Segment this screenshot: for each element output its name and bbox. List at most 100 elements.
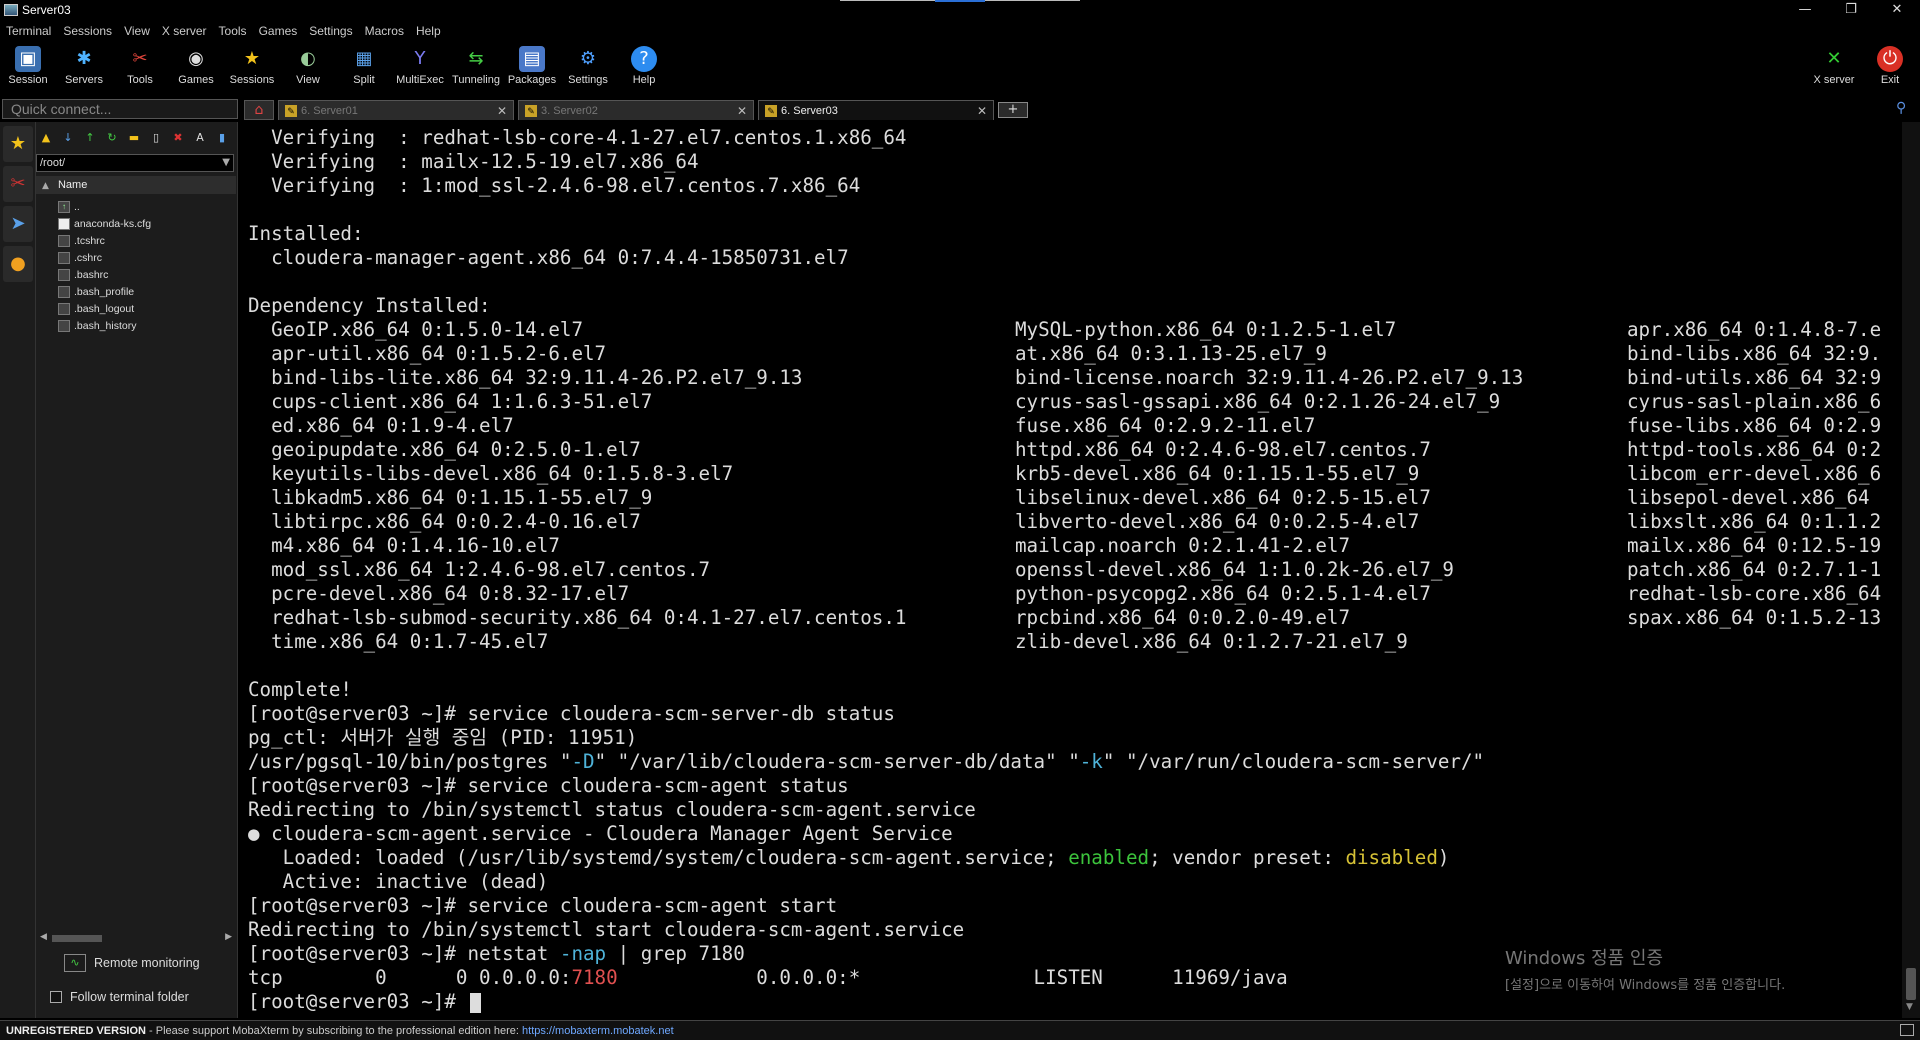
- dep-col1-line: mod_ssl.x86_64 1:2.4.6-98.el7.centos.7: [248, 558, 711, 581]
- sftp-send-icon[interactable]: ➤: [3, 206, 33, 242]
- dep-col1-line: keyutils-libs-devel.x86_64 0:1.5.8-3.el7: [248, 462, 734, 485]
- help-icon: ?: [631, 46, 657, 72]
- path-input[interactable]: /root/ ▼: [36, 154, 234, 172]
- settings-label: Settings: [568, 74, 608, 86]
- menu-sessions[interactable]: Sessions: [57, 22, 118, 40]
- menu-games[interactable]: Games: [253, 22, 304, 40]
- file-row[interactable]: .bashrc: [58, 266, 236, 283]
- tab-server01[interactable]: ✎ 6. Server01 ✕: [278, 100, 514, 120]
- terminal-line: ● cloudera-scm-agent.service - Cloudera …: [248, 822, 953, 845]
- windows-activation-watermark: Windows 정품 인증 [설정]으로 이동하여 Windows를 정품 인증…: [1505, 944, 1785, 993]
- file-icon: [58, 285, 70, 298]
- file-row[interactable]: .bash_profile: [58, 283, 236, 300]
- app-icon: [4, 4, 18, 16]
- tab-close-icon[interactable]: ✕: [497, 104, 507, 118]
- new-folder-icon[interactable]: ▬: [126, 130, 142, 146]
- x-server-icon: ✕: [1826, 48, 1842, 69]
- checkbox[interactable]: [50, 991, 62, 1003]
- multiexec-button[interactable]: Y MultiExec: [392, 42, 448, 92]
- window-icon[interactable]: [1900, 1024, 1914, 1036]
- maximize-button[interactable]: ❐: [1828, 0, 1874, 20]
- upload-icon[interactable]: ↑: [82, 130, 98, 146]
- remote-monitoring-button[interactable]: ∿ Remote monitoring: [64, 954, 200, 972]
- dep-col2-line: rpcbind.x86_64 0:0.2.0-49.el7: [1015, 606, 1351, 629]
- session-label: Session: [8, 74, 48, 86]
- servers-button[interactable]: ✱ Servers: [56, 42, 112, 92]
- sessions-button[interactable]: ★ Sessions: [224, 42, 280, 92]
- gear-icon: ⚙: [579, 48, 597, 69]
- close-button[interactable]: ✕: [1874, 0, 1920, 20]
- terminal-scrollbar[interactable]: ▼: [1902, 122, 1920, 1018]
- tab-label: 3. Server02: [541, 104, 598, 117]
- x-server-button[interactable]: ✕ X server: [1806, 42, 1862, 92]
- permissions-icon[interactable]: ▮: [214, 130, 230, 146]
- refresh-icon[interactable]: ↻: [104, 130, 120, 146]
- tunneling-button[interactable]: ⇆ Tunneling: [448, 42, 504, 92]
- tab-server02[interactable]: ✎ 3. Server02 ✕: [518, 100, 754, 120]
- dep-col1-line: bind-libs-lite.x86_64 32:9.11.4-26.P2.el…: [248, 366, 803, 389]
- dep-col3-line: cyrus-sasl-plain.x86_6: [1627, 390, 1882, 413]
- download-icon[interactable]: ↓: [60, 130, 76, 146]
- terminal-line: cloudera-manager-agent.x86_64 0:7.4.4-15…: [248, 246, 849, 269]
- tab-close-icon[interactable]: ✕: [737, 104, 747, 118]
- menu-x-server[interactable]: X server: [156, 22, 213, 40]
- rename-icon[interactable]: A: [192, 130, 208, 146]
- dep-col1-line: geoipupdate.x86_64 0:2.5.0-1.el7: [248, 438, 641, 461]
- games-button[interactable]: ◉ Games: [168, 42, 224, 92]
- scroll-thumb[interactable]: [52, 935, 102, 942]
- file-icon: [58, 319, 70, 332]
- scroll-left-icon[interactable]: ◀: [40, 932, 47, 942]
- follow-terminal-folder-checkbox[interactable]: Follow terminal folder: [50, 990, 189, 1004]
- macros-icon[interactable]: ●: [3, 246, 33, 282]
- terminal-output[interactable]: Verifying : redhat-lsb-core-4.1-27.el7.c…: [240, 122, 1900, 1018]
- prompt-text: [root@server03 ~]#: [248, 990, 468, 1013]
- exit-button[interactable]: ⏻ Exit: [1862, 42, 1918, 92]
- chevron-down-icon[interactable]: ▼: [222, 155, 230, 171]
- settings-button[interactable]: ⚙ Settings: [560, 42, 616, 92]
- delete-icon[interactable]: ✖: [170, 130, 186, 146]
- view-button[interactable]: ◐ View: [280, 42, 336, 92]
- terminal-cursor: [469, 992, 481, 1013]
- tools-button[interactable]: ✂ Tools: [112, 42, 168, 92]
- mobaxterm-link[interactable]: https://mobaxterm.mobatek.net: [522, 1025, 674, 1037]
- terminal-prompt-line: [root@server03 ~]#: [248, 990, 481, 1014]
- split-button[interactable]: ▦ Split: [336, 42, 392, 92]
- terminal-scroll-thumb[interactable]: [1906, 968, 1916, 1000]
- quick-connect-input[interactable]: Quick connect...: [2, 99, 238, 119]
- file-row[interactable]: .bash_logout: [58, 300, 236, 317]
- file-row[interactable]: ↑..: [58, 198, 236, 215]
- scroll-right-icon[interactable]: ▶: [225, 932, 232, 942]
- menu-settings[interactable]: Settings: [303, 22, 358, 40]
- file-row[interactable]: .tcshrc: [58, 232, 236, 249]
- file-list-scrollbar[interactable]: ◀ ▶: [36, 932, 236, 944]
- packages-button[interactable]: ▤ Packages: [504, 42, 560, 92]
- file-list-header[interactable]: ▲ Name: [36, 176, 236, 194]
- sessions-label: Sessions: [229, 74, 275, 86]
- new-file-icon[interactable]: ▯: [148, 130, 164, 146]
- menu-terminal[interactable]: Terminal: [0, 22, 57, 40]
- folder-up-icon[interactable]: ▲: [38, 130, 54, 146]
- menu-view[interactable]: View: [118, 22, 156, 40]
- new-tab-button[interactable]: +: [998, 102, 1028, 118]
- file-name: .cshrc: [74, 251, 103, 264]
- sessions-star-icon[interactable]: ★: [3, 126, 33, 162]
- file-row[interactable]: .cshrc: [58, 249, 236, 266]
- minimize-button[interactable]: —: [1782, 0, 1828, 20]
- tab-close-icon[interactable]: ✕: [977, 104, 987, 118]
- window-title: Server03: [22, 3, 71, 17]
- paperclip-icon[interactable]: ⚲: [1896, 100, 1906, 116]
- menu-tools[interactable]: Tools: [213, 22, 253, 40]
- file-row[interactable]: .bash_history: [58, 317, 236, 334]
- dep-col1-line: cups-client.x86_64 1:1.6.3-51.el7: [248, 390, 653, 413]
- help-button[interactable]: ? Help: [616, 42, 672, 92]
- scroll-down-icon[interactable]: ▼: [1906, 1002, 1913, 1012]
- tab-server03[interactable]: ✎ 6. Server03 ✕: [758, 100, 994, 120]
- menu-macros[interactable]: Macros: [359, 22, 410, 40]
- file-row[interactable]: anaconda-ks.cfg: [58, 215, 236, 232]
- home-tab[interactable]: ⌂: [244, 100, 274, 120]
- file-name: .bashrc: [74, 268, 109, 281]
- tools-side-icon[interactable]: ✂: [3, 166, 33, 202]
- menu-help[interactable]: Help: [410, 22, 447, 40]
- support-text: - Please support MobaXterm by subscribin…: [145, 1025, 523, 1037]
- session-button[interactable]: ▣ Session: [0, 42, 56, 92]
